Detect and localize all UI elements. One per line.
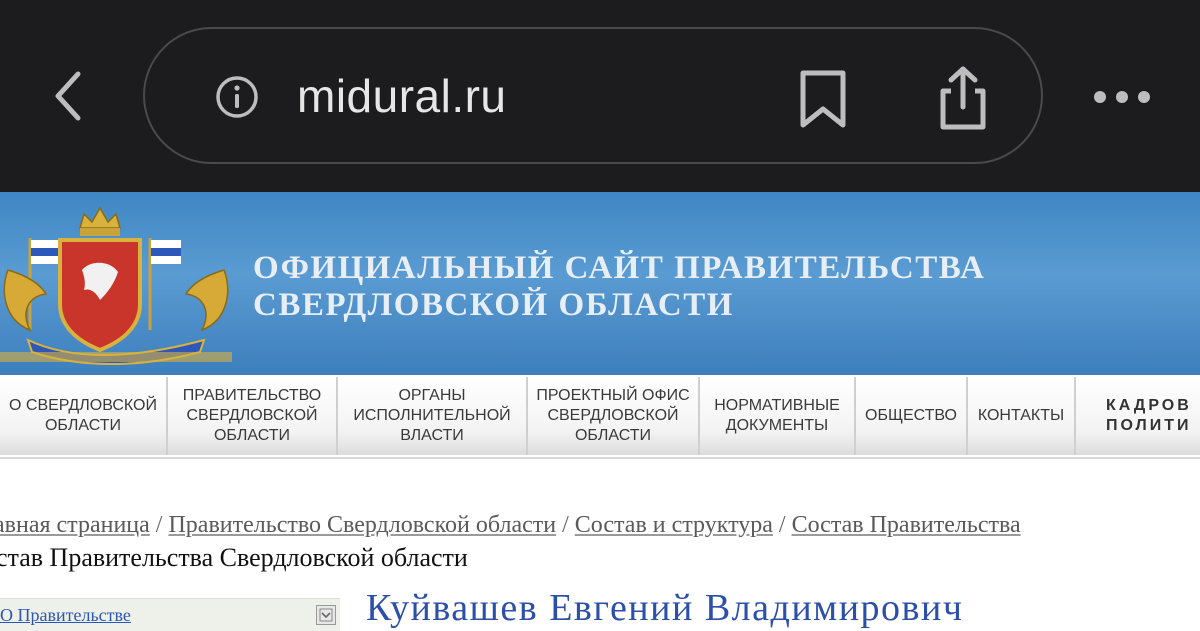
share-icon[interactable] — [935, 65, 991, 131]
breadcrumb-link-home[interactable]: авная страница — [0, 512, 150, 538]
nav-label: ОБЛАСТИ — [213, 427, 291, 444]
breadcrumb-separator: / — [562, 512, 569, 538]
nav-label: ВЛАСТИ — [400, 427, 464, 444]
nav-label: ПРОЕКТНЫЙ ОФИС — [536, 387, 690, 404]
sidebar-link-about-government[interactable]: О Правительстве — [0, 605, 131, 626]
nav-label: ОРГАНЫ — [398, 387, 466, 404]
nav-label: ПРАВИТЕЛЬСТВО — [182, 387, 322, 404]
nav-label: НОРМАТИВНЫЕ — [714, 397, 840, 414]
breadcrumb: авная страница / Правительство Свердловско… — [0, 512, 1200, 539]
nav-label: ПОЛИТИ — [1106, 417, 1192, 434]
breadcrumb-link-government[interactable]: Правительство Свердловской области — [168, 512, 556, 538]
site-title-line-1: ОФИЦИАЛЬНЫЙ САЙТ ПРАВИТЕЛЬСТВА — [253, 250, 986, 286]
nav-label: КОНТАКТЫ — [977, 407, 1065, 424]
site-title-line-2: СВЕРДЛОВСКОЙ ОБЛАСТИ — [253, 287, 734, 323]
nav-label: ОБЛАСТИ — [44, 417, 122, 434]
bookmark-icon[interactable] — [797, 69, 849, 129]
url-text[interactable]: midural.ru — [297, 69, 507, 123]
nav-item-society[interactable]: ОБЩЕСТВО — [856, 377, 968, 455]
nav-label: ОБЛАСТИ — [574, 427, 652, 444]
person-name-heading: Куйвашев Евгений Владимирович — [366, 587, 964, 629]
nav-item-executive-bodies[interactable]: ОРГАНЫ ИСПОЛНИТЕЛЬНОЙ ВЛАСТИ — [338, 377, 528, 455]
nav-label: СВЕРДЛОВСКОЙ — [547, 407, 679, 424]
nav-item-contacts[interactable]: КОНТАКТЫ — [968, 377, 1076, 455]
nav-item-normative-documents[interactable]: НОРМАТИВНЫЕ ДОКУМЕНТЫ — [700, 377, 856, 455]
chevron-left-icon — [55, 71, 81, 121]
nav-label: О СВЕРДЛОВСКОЙ — [9, 397, 157, 414]
nav-item-personnel-policy[interactable]: КАДРОВ ПОЛИТИ — [1076, 377, 1200, 455]
address-bar[interactable]: midural.ru — [143, 27, 1043, 164]
main-navigation: О СВЕРДЛОВСКОЙ ОБЛАСТИ ПРАВИТЕЛЬСТВО СВЕРД… — [0, 375, 1200, 459]
nav-item-about-region[interactable]: О СВЕРДЛОВСКОЙ ОБЛАСТИ — [0, 377, 168, 455]
nav-item-project-office[interactable]: ПРОЕКТНЫЙ ОФИС СВЕРДЛОВСКОЙ ОБЛАСТИ — [528, 377, 700, 455]
back-button[interactable] — [40, 64, 96, 128]
breadcrumb-separator: / — [778, 512, 786, 538]
site-header: ОФИЦИАЛЬНЫЙ САЙТ ПРАВИТЕЛЬСТВА СВЕРДЛОВС… — [0, 192, 1200, 375]
sidebar-panel: О Правительстве — [0, 598, 340, 631]
more-dots-icon[interactable] — [1090, 86, 1154, 108]
browser-toolbar: midural.ru — [0, 0, 1200, 192]
nav-label: ОБЩЕСТВО — [865, 407, 957, 424]
nav-label: СВЕРДЛОВСКОЙ — [186, 407, 318, 424]
nav-label: КАДРОВ — [1106, 397, 1192, 414]
page-title: став Правительства Свердловской области — [0, 543, 468, 572]
chevron-down-icon — [319, 608, 333, 622]
nav-label: ДОКУМЕНТЫ — [725, 417, 829, 434]
breadcrumb-link-government-composition[interactable]: Состав Правительства — [792, 512, 1021, 538]
nav-item-government[interactable]: ПРАВИТЕЛЬСТВО СВЕРДЛОВСКОЙ ОБЛАСТИ — [168, 377, 338, 455]
breadcrumb-separator: / — [155, 512, 163, 538]
expand-toggle[interactable] — [316, 605, 336, 625]
info-icon[interactable] — [215, 75, 259, 119]
coat-of-arms-icon[interactable] — [0, 200, 232, 368]
nav-label: ИСПОЛНИТЕЛЬНОЙ — [353, 407, 511, 424]
breadcrumb-link-structure[interactable]: Состав и структура — [575, 512, 773, 538]
